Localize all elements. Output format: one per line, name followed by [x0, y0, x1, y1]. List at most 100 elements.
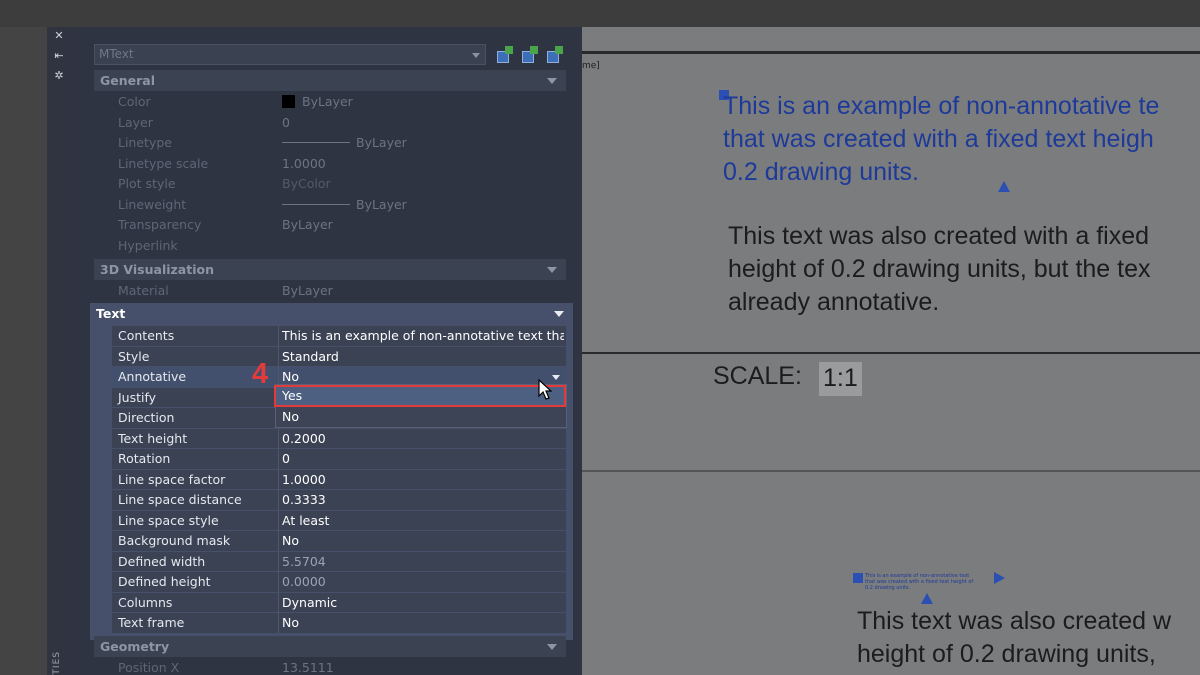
- grip-square[interactable]: [853, 573, 863, 583]
- property-row-layer[interactable]: Layer 0: [112, 113, 566, 134]
- tiny-mtext[interactable]: This is an example of non-annotative tex…: [865, 573, 983, 591]
- property-row-line-space-style[interactable]: Line space style At least: [112, 510, 566, 531]
- section-text[interactable]: Text: [90, 303, 573, 324]
- property-row-material[interactable]: Material ByLayer: [112, 281, 566, 302]
- frame-line: [582, 51, 1200, 54]
- close-icon[interactable]: ✕: [53, 30, 65, 42]
- step-number: 4: [252, 358, 269, 390]
- property-row-linetype[interactable]: Linetype ByLayer: [112, 133, 566, 154]
- autohide-icon[interactable]: ⇤: [53, 50, 65, 62]
- section-3d-visualization-title: 3D Visualization: [100, 262, 214, 277]
- grip-triangle[interactable]: [998, 181, 1010, 192]
- property-value: No: [282, 615, 299, 630]
- property-row-background-mask[interactable]: Background mask No: [112, 531, 566, 552]
- property-label: Transparency: [118, 217, 202, 232]
- property-row-plot-style[interactable]: Plot style ByColor: [112, 174, 566, 195]
- property-value: 1.0000: [282, 471, 326, 487]
- property-value: 0: [282, 451, 290, 466]
- property-value: ByColor: [282, 176, 331, 191]
- frame-line: [582, 352, 1200, 354]
- properties-palette: MText General Color ByLayer Layer 0 Linety…: [71, 27, 582, 675]
- property-label: Text height: [118, 430, 188, 446]
- property-row-text-height[interactable]: Text height 0.2000: [112, 428, 566, 449]
- property-value: 13.5111: [282, 660, 334, 675]
- property-row-text-frame[interactable]: Text frame No: [112, 613, 566, 634]
- section-text-title: Text: [96, 306, 126, 321]
- property-row-style[interactable]: Style Standard: [112, 346, 566, 367]
- property-label: Line space style: [118, 512, 219, 528]
- property-row-contents[interactable]: Contents This is an example of non-annota…: [112, 326, 566, 347]
- frame-line: [582, 470, 1200, 472]
- object-type-select[interactable]: MText: [94, 44, 486, 65]
- scale-value[interactable]: 1:1: [819, 362, 862, 396]
- toggle-pickadd-button[interactable]: [495, 45, 515, 65]
- property-value: Dynamic: [282, 594, 338, 610]
- property-label: Linetype: [118, 135, 172, 150]
- palette-title: TIES: [52, 651, 62, 675]
- frame-note: me]: [582, 61, 600, 71]
- chevron-down-icon: [547, 267, 557, 273]
- property-value: Standard: [282, 348, 339, 364]
- annotative-mtext[interactable]: This text was also created with a fixed …: [728, 220, 1151, 319]
- property-label: Line space distance: [118, 492, 242, 507]
- property-row-columns[interactable]: Columns Dynamic: [112, 592, 566, 613]
- property-row-defined-height[interactable]: Defined height 0.0000: [112, 572, 566, 593]
- property-row-hyperlink[interactable]: Hyperlink: [112, 236, 566, 257]
- drawing-canvas[interactable]: me] This is an example of non-annotative…: [582, 27, 1200, 675]
- grip-triangle[interactable]: [921, 593, 933, 604]
- property-label: Line space factor: [118, 471, 226, 487]
- object-type-value: MText: [99, 47, 134, 61]
- property-label: Defined height: [118, 574, 211, 589]
- property-label: Material: [118, 283, 169, 298]
- property-label: Contents: [118, 328, 175, 343]
- section-geometry[interactable]: Geometry: [94, 636, 566, 657]
- property-value: ByLayer: [282, 217, 333, 232]
- property-label: Hyperlink: [118, 237, 178, 253]
- property-row-lineweight[interactable]: Lineweight ByLayer: [112, 195, 566, 216]
- section-geometry-title: Geometry: [100, 639, 170, 654]
- property-value: 1.0000: [282, 155, 326, 171]
- property-row-defined-width[interactable]: Defined width 5.5704: [112, 551, 566, 572]
- property-row-line-space-distance[interactable]: Line space distance 0.3333: [112, 490, 566, 511]
- property-row-color[interactable]: Color ByLayer: [112, 92, 566, 113]
- scale-label: SCALE:: [713, 362, 802, 390]
- property-row-rotation[interactable]: Rotation 0: [112, 449, 566, 470]
- section-3d-visualization[interactable]: 3D Visualization: [94, 259, 566, 280]
- section-general[interactable]: General: [94, 70, 566, 91]
- chevron-down-icon: [547, 78, 557, 84]
- section-general-title: General: [100, 73, 155, 88]
- property-value: This is an example of non-annotative tex…: [282, 328, 564, 343]
- grip-triangle[interactable]: [994, 572, 1005, 584]
- property-row-transparency[interactable]: Transparency ByLayer: [112, 215, 566, 236]
- property-value: No: [282, 533, 299, 548]
- property-row-line-space-factor[interactable]: Line space factor 1.0000: [112, 469, 566, 490]
- quick-select-button[interactable]: [545, 45, 565, 65]
- property-value: 0: [282, 114, 290, 130]
- dropdown-option-no[interactable]: No: [276, 407, 566, 427]
- highlight-box: [274, 385, 566, 407]
- linetype-preview: [282, 142, 350, 143]
- text-properties-panel: Contents This is an example of non-annota…: [90, 324, 573, 640]
- lower-mtext[interactable]: This text was also created w height of 0…: [857, 605, 1171, 671]
- property-label: Defined width: [118, 553, 206, 569]
- property-value: ByLayer: [282, 195, 407, 215]
- property-label: Rotation: [118, 451, 171, 466]
- property-label: Lineweight: [118, 196, 187, 212]
- property-label: Position X: [118, 660, 180, 675]
- property-label: Columns: [118, 594, 173, 610]
- palette-title-strip: ✕ ⇤ ✲: [47, 27, 71, 675]
- property-value: ByLayer: [282, 133, 407, 153]
- property-row-linetype-scale[interactable]: Linetype scale 1.0000: [112, 154, 566, 175]
- property-value: 0.3333: [282, 492, 326, 507]
- property-label: Text frame: [118, 615, 185, 630]
- select-objects-button[interactable]: [520, 45, 540, 65]
- chevron-down-icon: [472, 53, 480, 58]
- chevron-down-icon[interactable]: [552, 375, 560, 380]
- property-value: ByLayer: [282, 92, 353, 112]
- lineweight-preview: [282, 203, 350, 205]
- property-row-position-x[interactable]: Position X 13.5111: [112, 658, 566, 675]
- selected-mtext[interactable]: This is an example of non-annotative te …: [723, 90, 1159, 189]
- mouse-cursor-icon: [538, 379, 552, 400]
- gear-icon[interactable]: ✲: [53, 70, 65, 82]
- property-label: Direction: [118, 410, 175, 425]
